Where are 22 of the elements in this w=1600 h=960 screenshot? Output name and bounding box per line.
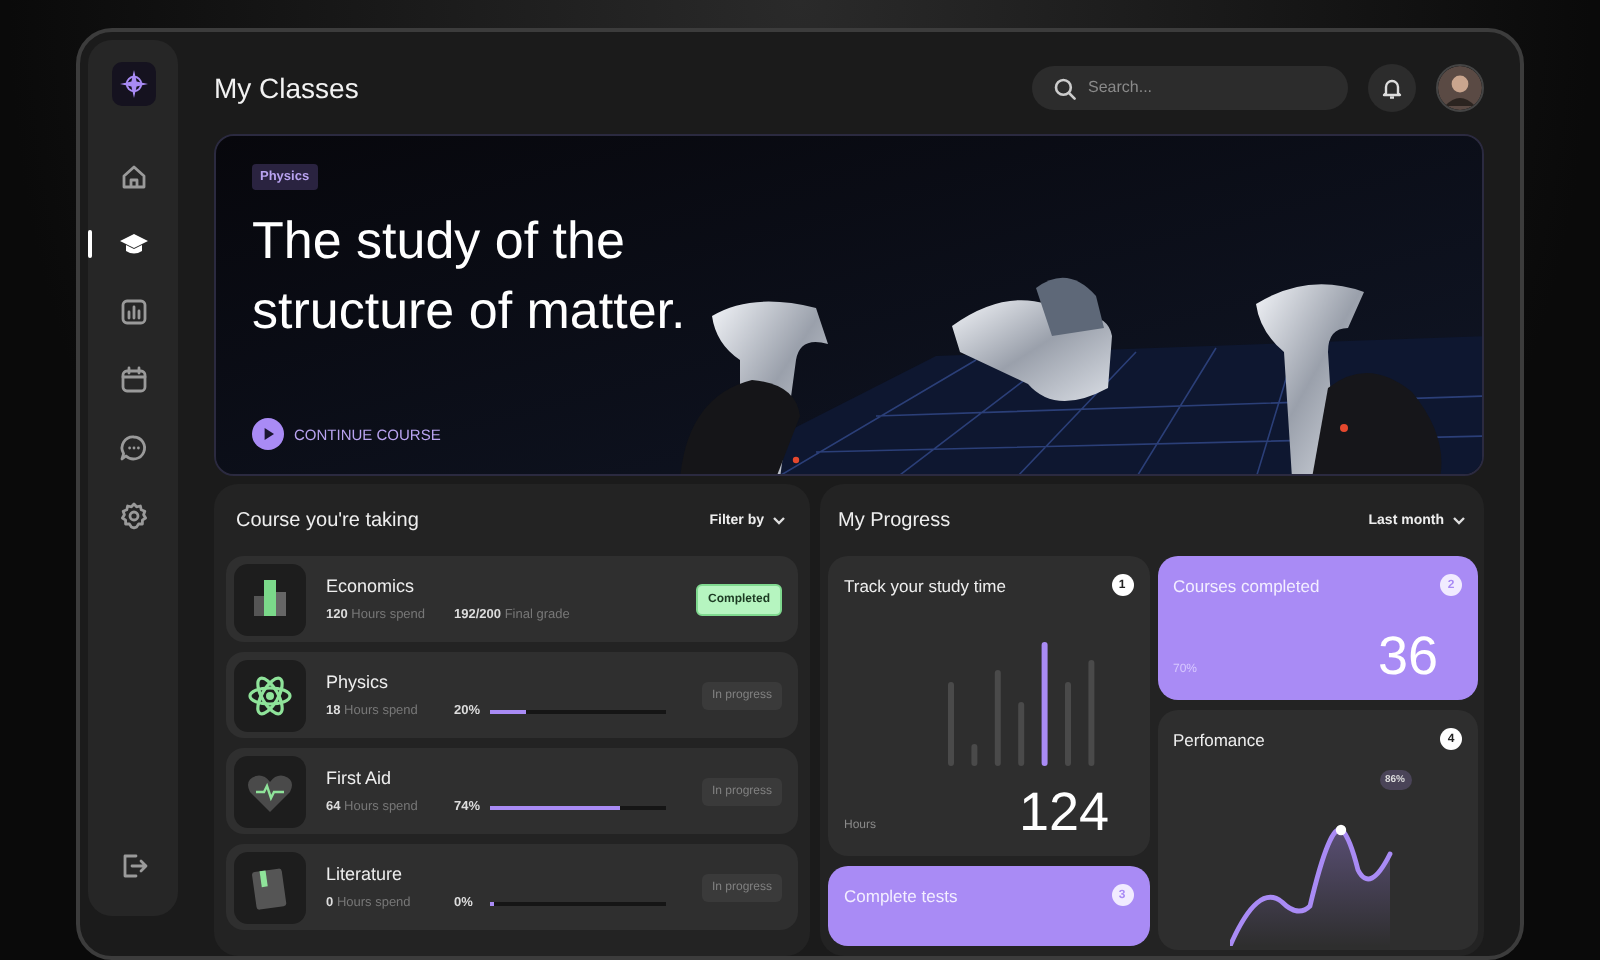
chevron-down-icon — [1452, 515, 1466, 525]
course-name: First Aid — [326, 768, 394, 788]
panel-title: My Progress — [838, 509, 951, 531]
page-title: My Classes — [214, 71, 359, 103]
chevron-down-icon — [772, 515, 786, 525]
notifications-button[interactable] — [1368, 63, 1416, 111]
hours-value: 124 — [1018, 786, 1109, 840]
card-title: Track your study time — [844, 575, 1006, 595]
card-title: Complete tests — [844, 885, 958, 905]
panel-title: Course you're taking — [236, 509, 419, 531]
search-field[interactable]: Search... — [1032, 65, 1348, 109]
card-title: Courses completed — [1173, 575, 1320, 595]
avatar[interactable] — [1436, 63, 1484, 111]
course-name: Economics — [326, 576, 417, 596]
logo-icon — [111, 62, 155, 106]
course-name: Literature — [326, 864, 405, 884]
card-title: Perfomance — [1173, 729, 1265, 749]
bell-icon — [1380, 75, 1404, 99]
hero-headline: The study of the structure of matter. — [252, 208, 688, 344]
course-name: Physics — [326, 672, 391, 692]
play-icon — [252, 418, 284, 450]
courses-value: 36 — [1377, 630, 1438, 684]
